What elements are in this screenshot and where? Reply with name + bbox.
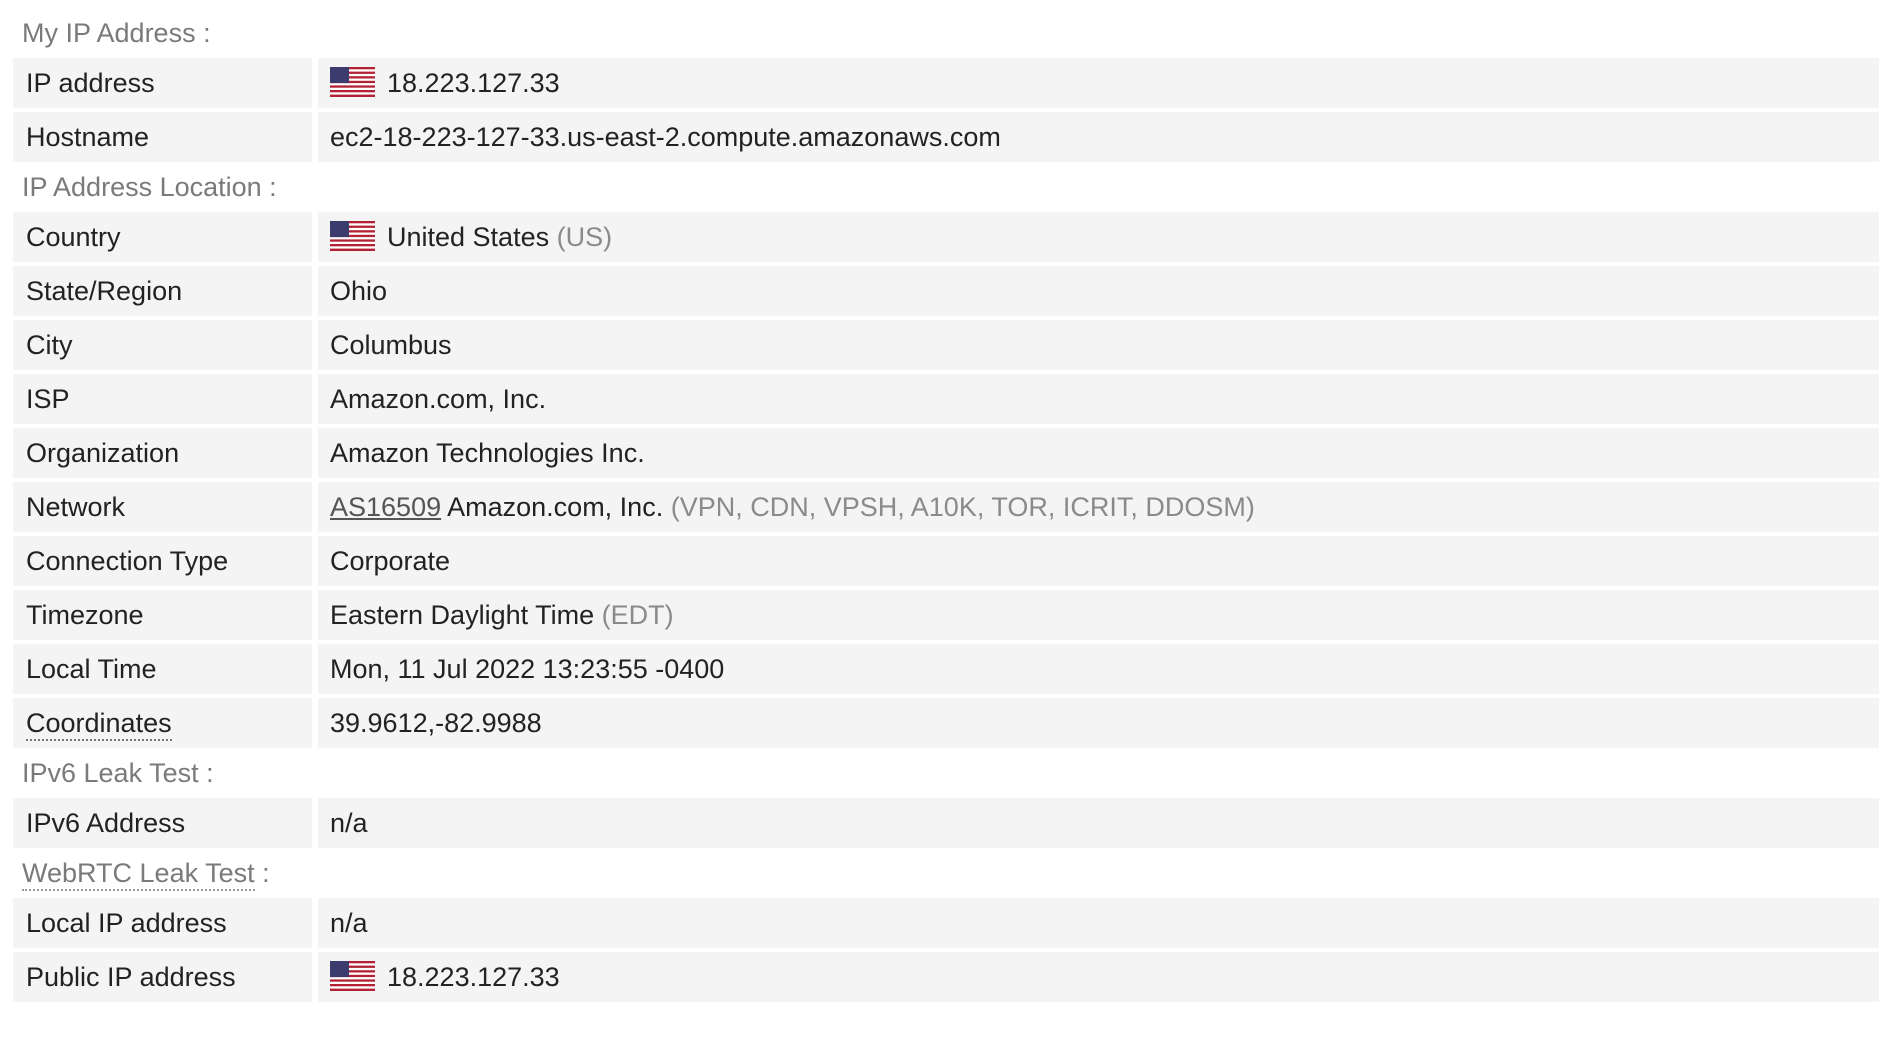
asn-link[interactable]: AS16509 bbox=[330, 492, 441, 522]
webrtc-table: Local IP address n/a Public IP address 1… bbox=[13, 894, 1879, 1006]
us-flag-icon bbox=[330, 67, 375, 97]
table-row: State/Region Ohio bbox=[13, 266, 1879, 316]
public-ip-value: 18.223.127.33 bbox=[387, 962, 560, 992]
network-tags: (VPN, CDN, VPSH, A10K, TOR, ICRIT, DDOSM… bbox=[670, 491, 1255, 522]
city-value: Columbus bbox=[318, 320, 1879, 370]
ip-address-label: IP address bbox=[13, 58, 318, 108]
table-row: Public IP address 18.223.127.33 bbox=[13, 952, 1879, 1002]
timezone-value: Eastern Daylight Time bbox=[330, 599, 595, 630]
table-row: IP address 18.223.127.33 bbox=[13, 58, 1879, 108]
us-flag-icon-svg bbox=[330, 221, 375, 251]
table-row: IPv6 Address n/a bbox=[13, 798, 1879, 848]
section-title-webrtc: WebRTC Leak Test : bbox=[0, 848, 1890, 898]
ip-address-value: 18.223.127.33 bbox=[387, 68, 560, 98]
public-ip-label: Public IP address bbox=[13, 952, 318, 1002]
table-row: Local Time Mon, 11 Jul 2022 13:23:55 -04… bbox=[13, 644, 1879, 694]
us-flag-icon bbox=[330, 961, 375, 991]
local-time-value: Mon, 11 Jul 2022 13:23:55 -0400 bbox=[318, 644, 1879, 694]
location-table: Country United States (US) State/Region … bbox=[13, 208, 1879, 752]
country-value-cell: United States (US) bbox=[318, 212, 1879, 262]
local-ip-value: n/a bbox=[318, 898, 1879, 948]
us-flag-icon-svg bbox=[330, 961, 375, 991]
table-row: Timezone Eastern Daylight Time (EDT) bbox=[13, 590, 1879, 640]
my-ip-table: IP address 18.223.127.33 Hostname ec2-18… bbox=[13, 54, 1879, 166]
network-value-cell: AS16509 Amazon.com, Inc. (VPN, CDN, VPSH… bbox=[318, 482, 1879, 532]
timezone-value-cell: Eastern Daylight Time (EDT) bbox=[318, 590, 1879, 640]
table-row: Network AS16509 Amazon.com, Inc. (VPN, C… bbox=[13, 482, 1879, 532]
ipv6-table: IPv6 Address n/a bbox=[13, 794, 1879, 852]
ip-address-value-cell: 18.223.127.33 bbox=[318, 58, 1879, 108]
hostname-value: ec2-18-223-127-33.us-east-2.compute.amaz… bbox=[318, 112, 1879, 162]
table-row: ISP Amazon.com, Inc. bbox=[13, 374, 1879, 424]
local-ip-label: Local IP address bbox=[13, 898, 318, 948]
local-time-label: Local Time bbox=[13, 644, 318, 694]
public-ip-value-cell: 18.223.127.33 bbox=[318, 952, 1879, 1002]
city-label: City bbox=[13, 320, 318, 370]
section-title-location: IP Address Location : bbox=[22, 172, 277, 202]
coordinates-value: 39.9612,-82.9988 bbox=[318, 698, 1879, 748]
organization-value: Amazon Technologies Inc. bbox=[318, 428, 1879, 478]
ip-info-page: My IP Address : IP address 18.223.127.33… bbox=[0, 0, 1890, 1056]
table-row: Connection Type Corporate bbox=[13, 536, 1879, 586]
coordinates-label-cell: Coordinates bbox=[13, 698, 318, 748]
connection-type-value: Corporate bbox=[318, 536, 1879, 586]
ipv6-address-label: IPv6 Address bbox=[13, 798, 318, 848]
organization-label: Organization bbox=[13, 428, 318, 478]
network-label: Network bbox=[13, 482, 318, 532]
ipv6-address-value: n/a bbox=[318, 798, 1879, 848]
us-flag-icon bbox=[330, 221, 375, 251]
table-row: Local IP address n/a bbox=[13, 898, 1879, 948]
table-row: Hostname ec2-18-223-127-33.us-east-2.com… bbox=[13, 112, 1879, 162]
table-row: Coordinates 39.9612,-82.9988 bbox=[13, 698, 1879, 748]
coordinates-label[interactable]: Coordinates bbox=[26, 707, 172, 741]
connection-type-label: Connection Type bbox=[13, 536, 318, 586]
table-row: Country United States (US) bbox=[13, 212, 1879, 262]
webrtc-title-suffix: : bbox=[254, 858, 270, 888]
network-value: Amazon.com, Inc. bbox=[447, 491, 664, 522]
country-code: (US) bbox=[556, 222, 613, 252]
table-row: Organization Amazon Technologies Inc. bbox=[13, 428, 1879, 478]
hostname-label: Hostname bbox=[13, 112, 318, 162]
timezone-label: Timezone bbox=[13, 590, 318, 640]
isp-label: ISP bbox=[13, 374, 318, 424]
isp-value: Amazon.com, Inc. bbox=[318, 374, 1879, 424]
us-flag-icon-svg bbox=[330, 67, 375, 97]
country-label: Country bbox=[13, 212, 318, 262]
table-row: City Columbus bbox=[13, 320, 1879, 370]
section-title-my-ip: My IP Address : bbox=[22, 18, 211, 48]
webrtc-leak-test-link[interactable]: WebRTC Leak Test bbox=[22, 860, 255, 891]
state-label: State/Region bbox=[13, 266, 318, 316]
country-value: United States bbox=[387, 222, 550, 252]
section-title-ipv6: IPv6 Leak Test : bbox=[22, 758, 214, 788]
timezone-abbr: (EDT) bbox=[601, 599, 674, 630]
state-value: Ohio bbox=[318, 266, 1879, 316]
